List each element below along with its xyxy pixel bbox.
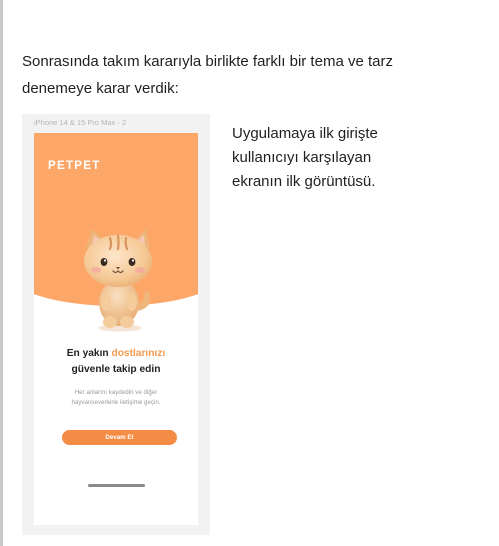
phone-screen: PETPET En yakın dostlarınızı güvenle tak… [34,133,198,525]
headline-part1: En yakın [66,348,112,359]
continue-button[interactable]: Devam Et [62,430,177,445]
cat-mascot-icon [84,229,152,332]
intro-paragraph: Sonrasında takım kararıyla birlikte fark… [22,53,393,97]
design-frame: iPhone 14 & 15 Pro Max - 2 PETPET En yak… [22,114,210,535]
headline-part2: güvenle takip edin [71,364,161,375]
headline: En yakın dostlarınızı güvenle takip edin [34,346,198,378]
home-indicator [88,484,145,487]
frame-label: iPhone 14 & 15 Pro Max - 2 [34,118,127,127]
app-logo: PETPET [48,160,101,172]
description-text: Her anlarını kaydedin ve diğer hayvansev… [71,389,161,406]
screen-caption: Uygulamaya ilk girişte kullanıcıyı karşı… [232,125,378,190]
document-page: Sonrasında takım kararıyla birlikte fark… [0,0,499,546]
headline-accent: dostlarınızı [111,348,166,359]
